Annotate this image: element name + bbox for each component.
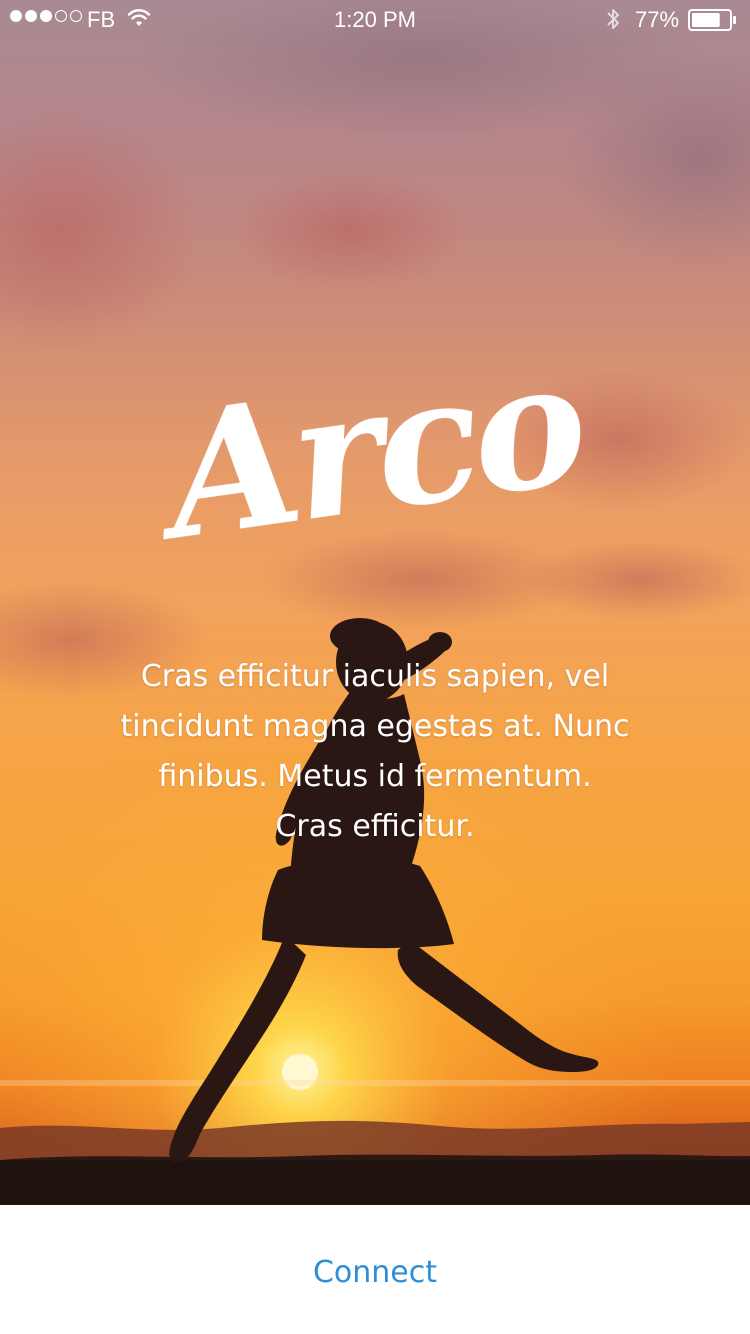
battery-percentage: 77% [635,7,680,32]
battery-icon [688,9,738,37]
splash-screen: FB 1:20 PM 77% Arco Cras efficitur iacul… [0,0,750,1334]
bottom-bar: Connect [0,1205,750,1334]
hero-background-image [0,0,750,1205]
connect-button[interactable]: Connect [0,1205,750,1334]
sunset-silhouette-illustration [0,0,750,1205]
battery-fill [692,13,720,27]
bluetooth-icon [604,6,622,38]
status-bar: FB 1:20 PM 77% [0,0,750,40]
intro-description: Cras efficitur iaculis sapien, vel tinci… [120,659,630,844]
